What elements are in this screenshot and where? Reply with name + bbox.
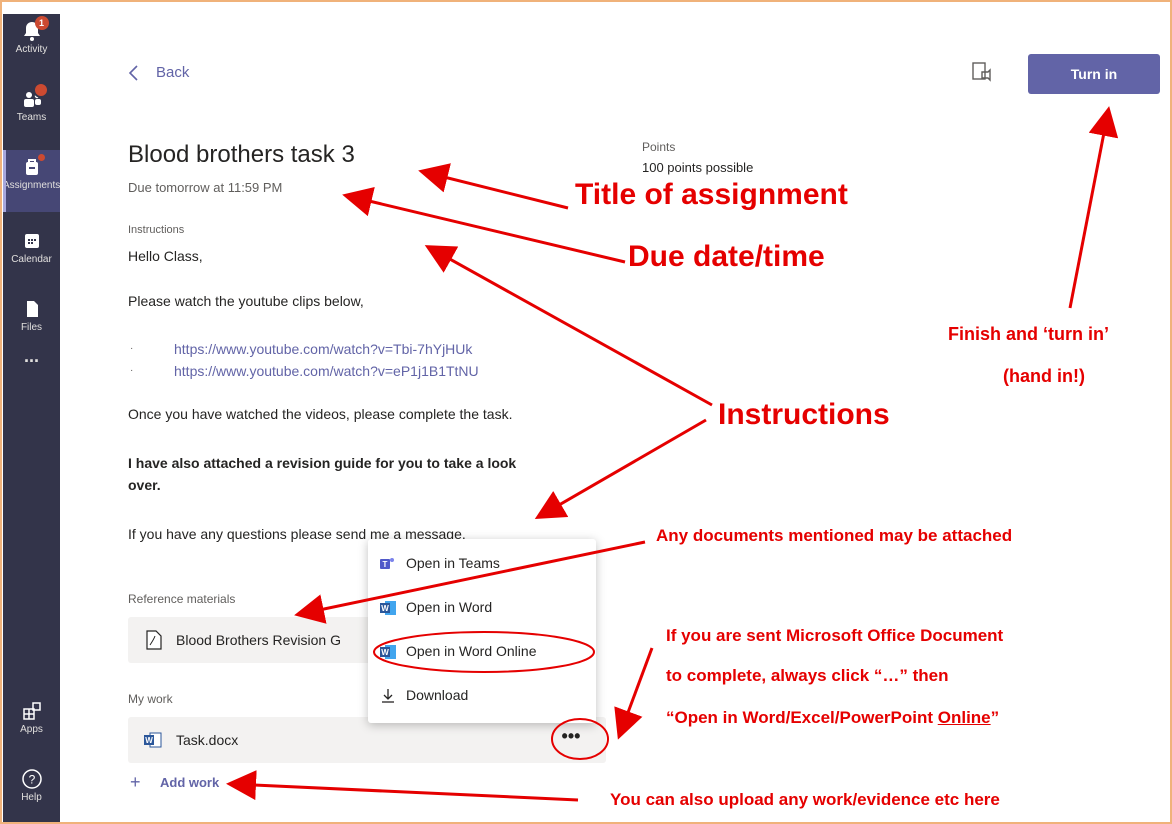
annotation-due: Due date/time xyxy=(628,240,825,273)
annotation-title: Title of assignment xyxy=(575,178,848,211)
annotation-finish: Finish and ‘turn in’ xyxy=(948,324,1109,344)
annotation-office-1: If you are sent Microsoft Office Documen… xyxy=(666,626,1004,645)
annotation-attached: Any documents mentioned may be attached xyxy=(656,526,1013,545)
annotation-arrows xyxy=(226,106,1119,802)
annotation-finish-sub: (hand in!) xyxy=(1003,366,1085,386)
annotation-office-2: to complete, always click “…” then xyxy=(666,666,949,685)
annotation-upload: You can also upload any work/evidence et… xyxy=(610,790,1000,809)
annotation-instructions: Instructions xyxy=(718,398,890,431)
annotation-office-3: “Open in Word/Excel/PowerPoint Online” xyxy=(666,708,1000,727)
